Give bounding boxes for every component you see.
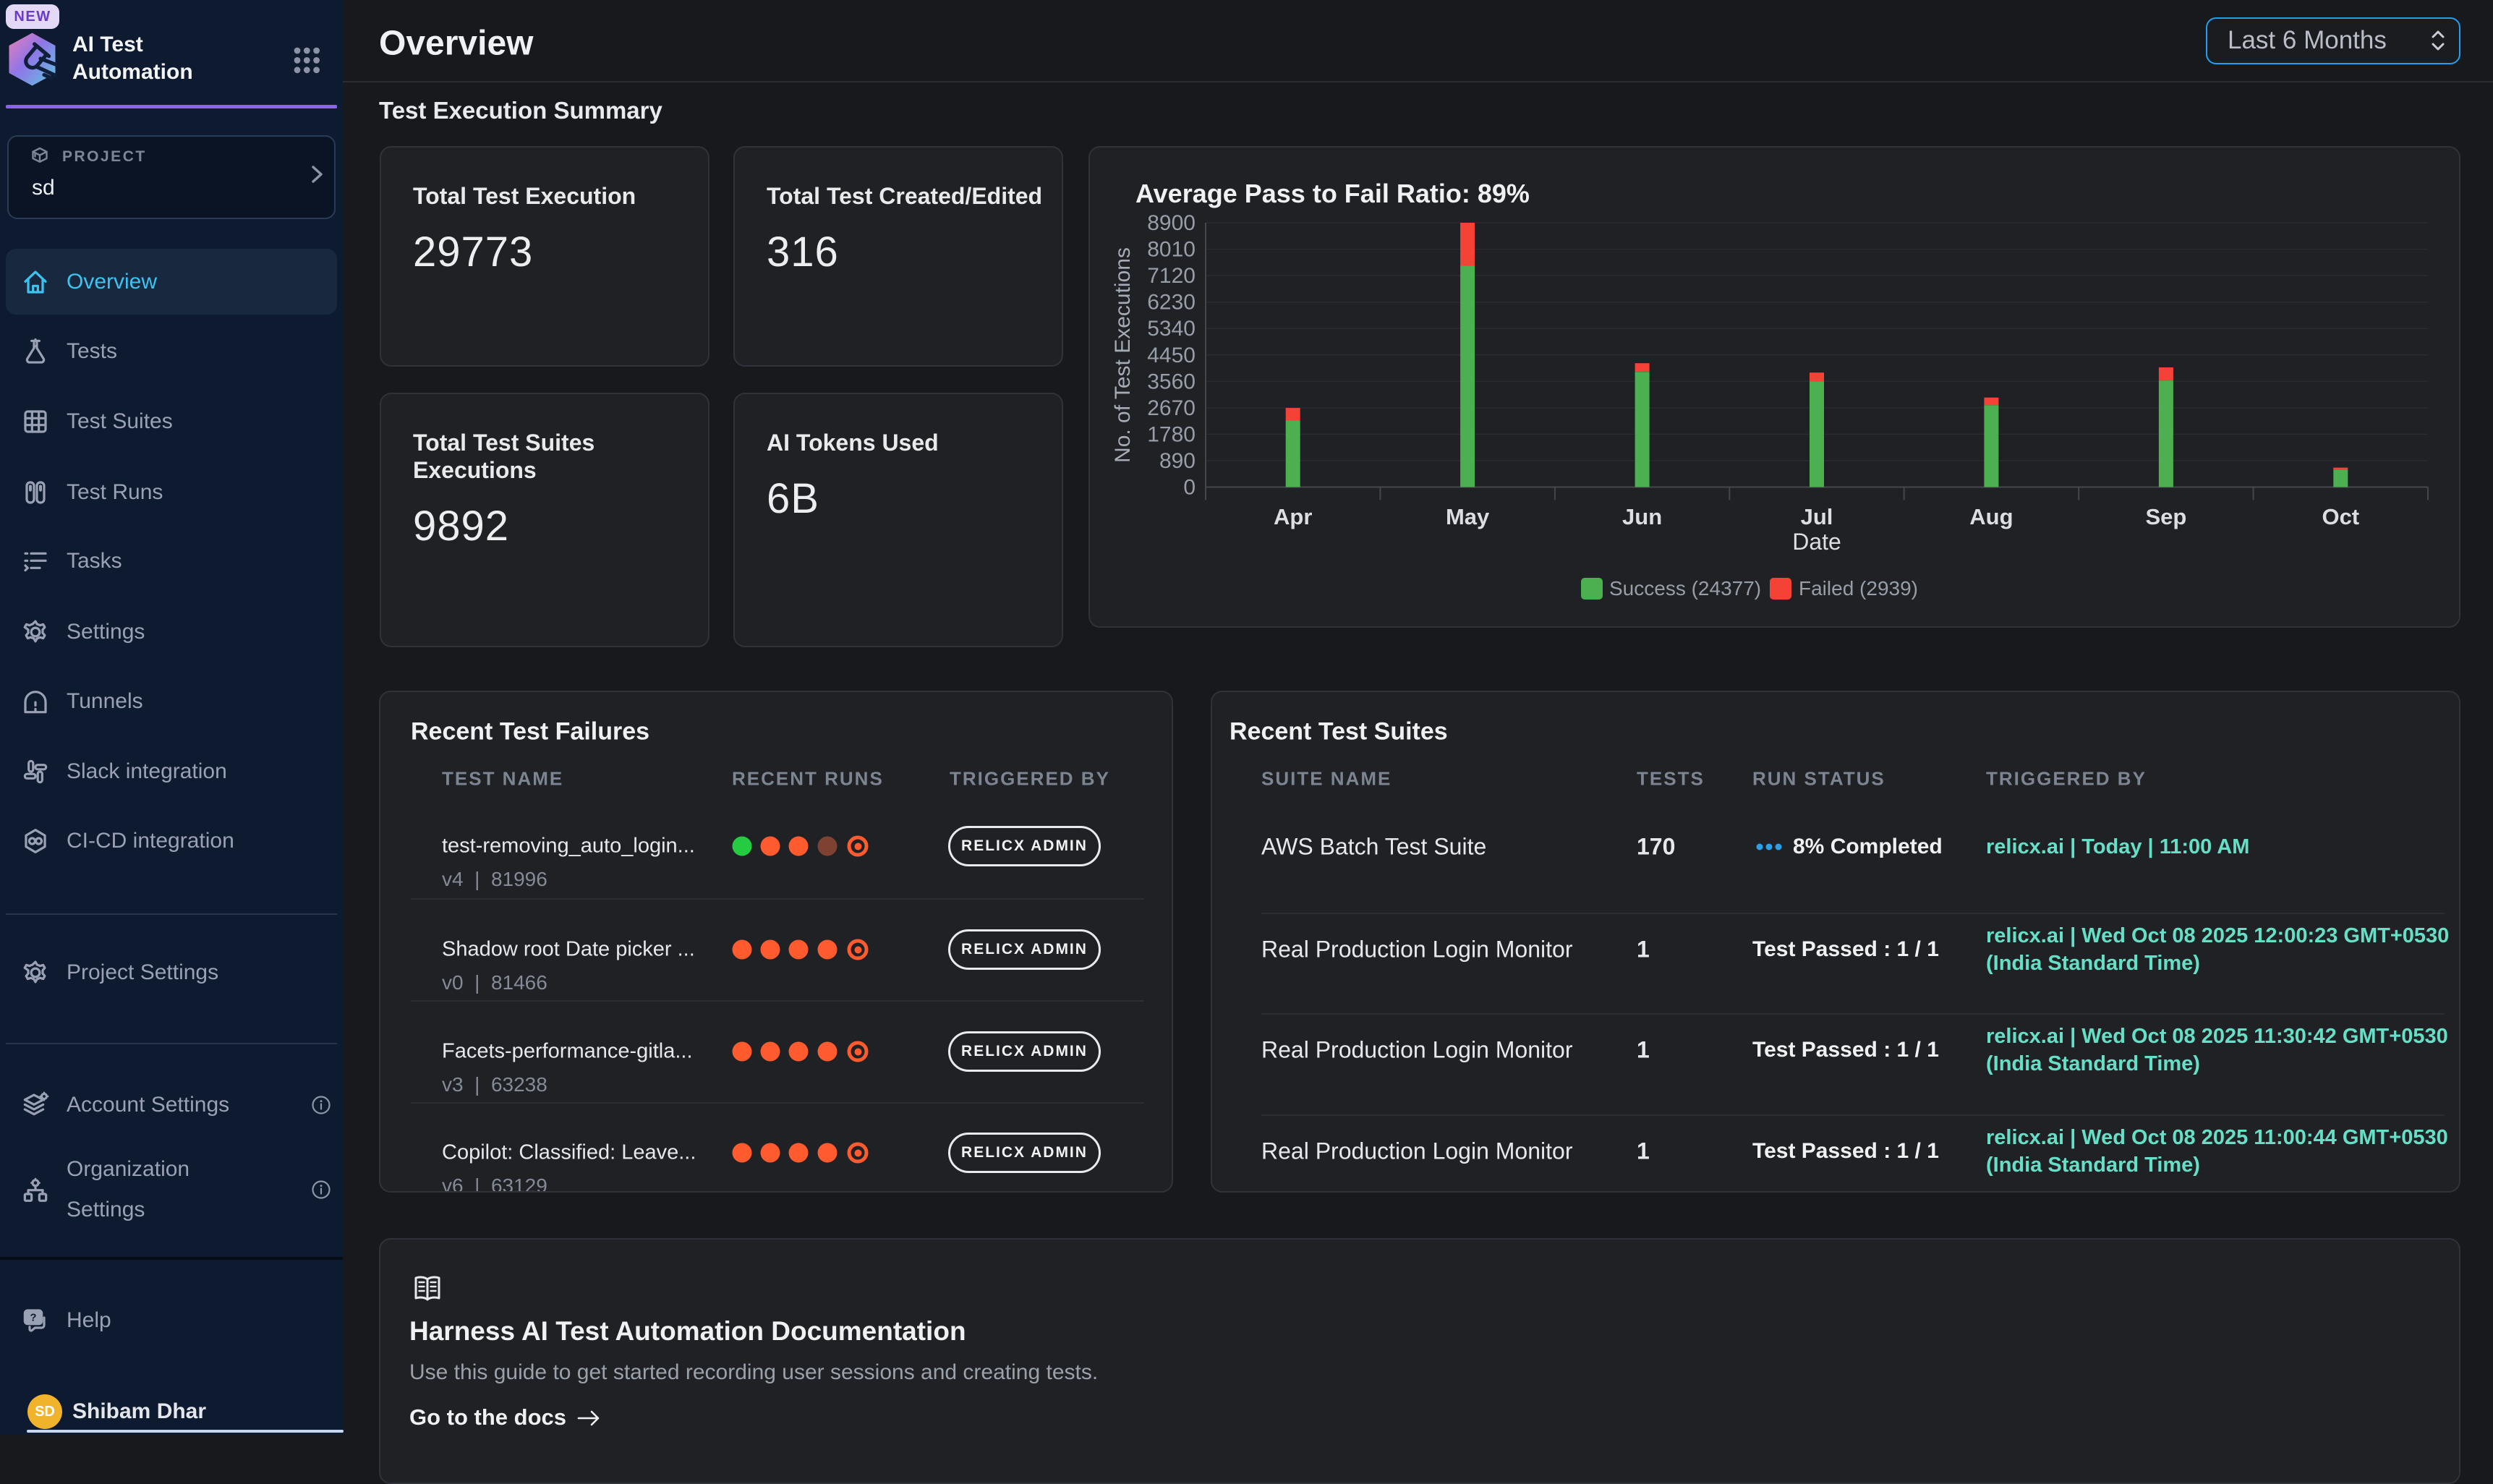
- svg-text:890: 890: [1159, 449, 1196, 473]
- svg-text:0: 0: [1183, 476, 1196, 500]
- svg-text:No. of Test Executions: No. of Test Executions: [1111, 247, 1135, 463]
- svg-text:Success (24377): Success (24377): [1609, 577, 1761, 600]
- svg-text:6230: 6230: [1147, 291, 1196, 315]
- svg-text:5340: 5340: [1147, 317, 1196, 341]
- svg-text:?: ?: [30, 1313, 36, 1324]
- svg-text:1780: 1780: [1147, 422, 1196, 446]
- svg-text:Apr: Apr: [1274, 504, 1312, 529]
- svg-text:Aug: Aug: [1969, 504, 2013, 529]
- svg-text:2670: 2670: [1147, 396, 1196, 420]
- svg-text:Date: Date: [1792, 529, 1841, 555]
- svg-text:Jun: Jun: [1622, 504, 1662, 529]
- svg-text:Jul: Jul: [1801, 504, 1833, 529]
- svg-text:May: May: [1446, 504, 1490, 529]
- svg-text:7120: 7120: [1147, 264, 1196, 288]
- svg-text:4450: 4450: [1147, 344, 1196, 367]
- svg-text:Sep: Sep: [2145, 504, 2186, 529]
- svg-text:3560: 3560: [1147, 370, 1196, 393]
- svg-text:8900: 8900: [1147, 211, 1196, 235]
- svg-text:8010: 8010: [1147, 238, 1196, 262]
- svg-text:Failed (2939): Failed (2939): [1799, 577, 1918, 600]
- svg-text:Average Pass to Fail Ratio: 89: Average Pass to Fail Ratio: 89%: [1135, 179, 1530, 208]
- svg-text:Oct: Oct: [2322, 504, 2359, 529]
